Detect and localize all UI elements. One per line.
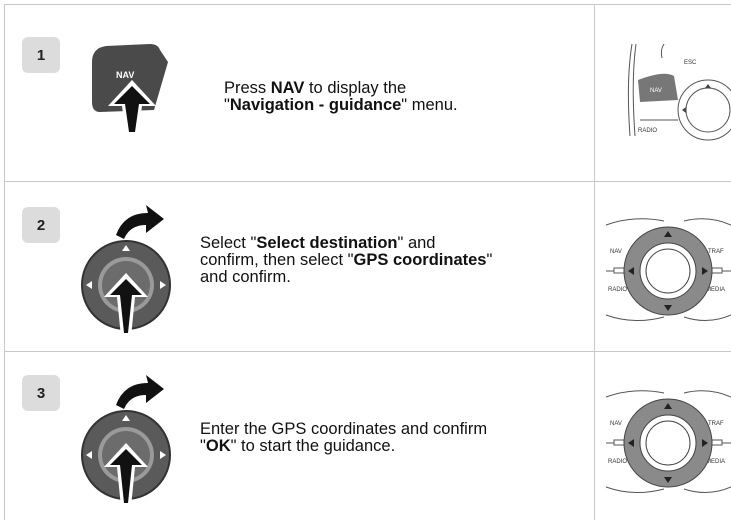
instruction-plain-text: " and [397,234,436,252]
step-number-badge: 1 [22,37,60,73]
step-number-badge: 2 [22,207,60,243]
console-rotary-illustration: NAV TRAF RADIO MEDIA [604,201,731,337]
step-2-instruction: Select "Select destination" and confirm, … [200,235,492,286]
console-nav-illustration: NAV ESC RADIO [604,40,731,150]
rotary-knob-press-icon [74,373,174,514]
instruction-bold-text: NAV [270,79,305,97]
rotary-knob-press-icon [74,203,174,344]
panel-radio-label: RADIO [608,459,627,465]
step-row-2: 2 Select "Select destination" and confirm… [4,181,731,351]
step-1-instruction: Press NAV to display the "Navigation - gu… [224,80,458,114]
instruction-table: 1 NAV Press NAV to display the "Navigatio… [4,4,731,520]
instruction-plain-text: " [486,251,493,269]
instruction-plain-text: Enter the GPS coordinates and confirm [200,420,488,438]
instruction-plain-text: to display the [304,79,407,97]
instruction-text: Press NAV to display the "Navigation - gu… [224,79,458,114]
step-number-badge: 3 [22,375,60,411]
panel-traf-label: TRAF [708,421,724,427]
instruction-bold-text: Navigation - guidance [229,96,402,114]
instruction-text: Enter the GPS coordinates and confirm "OK… [200,420,487,455]
instruction-bold-text: OK [205,437,231,455]
instruction-plain-text: and confirm. [200,268,291,286]
instruction-plain-text: confirm, then select " [200,251,354,269]
panel-esc-label: ESC [684,60,697,66]
instruction-plain-text: Press [224,79,271,97]
instruction-plain-text: " menu. [401,96,458,114]
panel-radio-label: RADIO [638,128,657,134]
instruction-text: Select "Select destination" and confirm, … [200,234,492,286]
step-3-instruction: Enter the GPS coordinates and confirm "OK… [200,421,487,455]
console-rotary-illustration: NAV TRAF RADIO MEDIA [604,373,731,509]
nav-button-press-icon: NAV [86,40,172,141]
panel-traf-label: TRAF [708,249,724,255]
panel-radio-label: RADIO [608,287,627,293]
instruction-bold-text: GPS coordinates [353,251,487,269]
panel-nav-label: NAV [650,88,662,94]
instruction-bold-text: Select destination [256,234,398,252]
panel-nav-label: NAV [610,421,622,427]
step-row-3: 3 Enter the GPS coordinates and confirm "… [4,351,731,520]
instruction-plain-text: " to start the guidance. [230,437,396,455]
panel-nav-label: NAV [610,249,622,255]
instruction-plain-text: Select " [200,234,257,252]
step-row-1: 1 NAV Press NAV to display the "Navigatio… [4,4,731,181]
nav-button-label: NAV [116,70,134,80]
